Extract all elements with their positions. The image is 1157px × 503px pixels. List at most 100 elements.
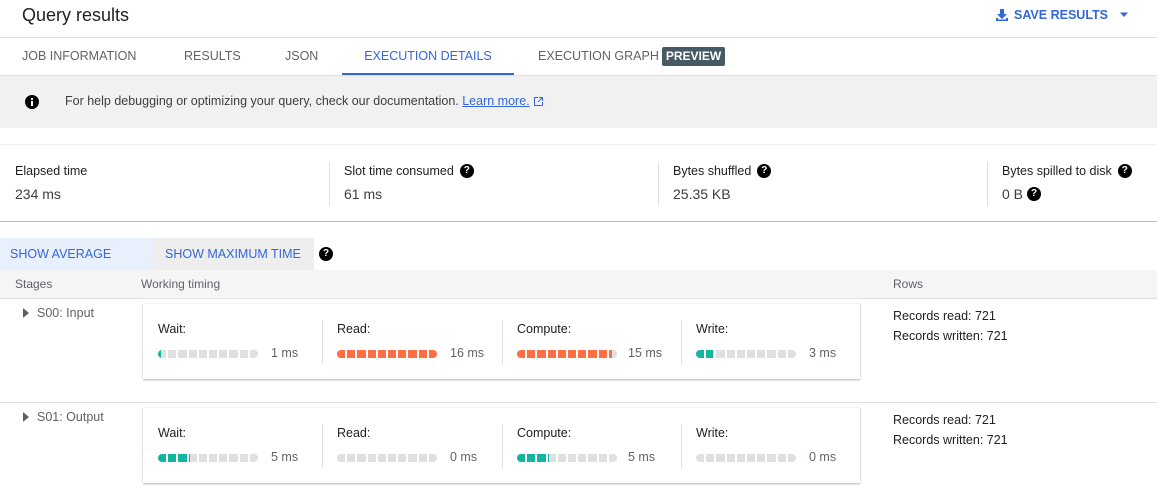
bar-segment — [747, 350, 756, 358]
tab-bar: JOB INFORMATION RESULTS JSON EXECUTION D… — [0, 38, 1157, 76]
metric-value: 0 ms — [809, 450, 837, 464]
bar-segment — [706, 454, 715, 462]
bar-segment — [568, 454, 577, 462]
timing-bar — [696, 454, 796, 462]
bar-segment — [736, 350, 746, 358]
stat-bytes-spilled: Bytes spilled to disk? 0 B? — [987, 162, 1157, 206]
bar-segment — [547, 454, 556, 462]
tab-json[interactable]: JSON — [285, 38, 318, 75]
save-results-button[interactable]: SAVE RESULTS — [995, 8, 1129, 22]
bar-segment — [377, 350, 387, 358]
help-icon[interactable]: ? — [319, 247, 333, 261]
bar-segment — [568, 350, 577, 358]
bar-segment — [377, 454, 387, 462]
metric-value: 5 ms — [628, 450, 656, 464]
time-mode-toggle: SHOW AVERAGE TIME SHOW MAXIMUM TIME ? — [0, 238, 333, 293]
metric-label: Compute: — [517, 426, 572, 440]
metric-value: 0 ms — [450, 450, 478, 464]
bar-segment — [198, 350, 208, 358]
metric-wait: Wait: 5 ms — [143, 408, 322, 483]
metric-wait: Wait: 1 ms — [143, 304, 322, 379]
stat-value: 61 ms — [344, 186, 383, 202]
tab-results[interactable]: RESULTS — [184, 38, 241, 75]
metric-write: Write: 3 ms — [681, 304, 860, 379]
stage-row: S00: Input Wait: 1 ms Read: 16 ms Comput… — [0, 299, 1157, 401]
bar-segment — [158, 350, 167, 358]
bar-segment — [608, 454, 617, 462]
bar-segment — [408, 454, 417, 462]
bar-segment — [357, 350, 366, 358]
stage-row: S01: Output Wait: 5 ms Read: 0 ms Comput… — [0, 402, 1157, 503]
stat-label: Bytes spilled to disk — [1002, 164, 1112, 178]
summary-stats: Elapsed time 234 ms Slot time consumed? … — [0, 144, 1157, 222]
metric-value: 16 ms — [450, 346, 485, 360]
stage-expand-toggle[interactable]: S00: Input — [23, 306, 94, 320]
expand-arrow-icon — [23, 412, 29, 422]
tab-execution-graph[interactable]: EXECUTION GRAPH PREVIEW — [538, 38, 726, 75]
column-header-rows: Rows — [893, 277, 924, 291]
timing-bar — [517, 350, 617, 358]
metric-label: Wait: — [158, 426, 187, 440]
bar-segment — [706, 350, 715, 358]
bar-segment — [337, 454, 346, 462]
bar-segment — [178, 454, 187, 462]
download-icon — [995, 8, 1009, 22]
show-average-time-button[interactable]: SHOW AVERAGE TIME — [0, 238, 153, 293]
metric-value: 15 ms — [628, 346, 663, 360]
records-written: Records written: 721 — [893, 329, 1008, 343]
stat-value: 234 ms — [15, 186, 61, 202]
bar-segment — [158, 454, 167, 462]
stage-expand-toggle[interactable]: S01: Output — [23, 410, 104, 424]
tab-execution-details[interactable]: EXECUTION DETAILS — [342, 38, 514, 75]
bar-segment — [757, 350, 766, 358]
timing-bar — [337, 454, 437, 462]
bar-segment — [418, 350, 427, 358]
stat-value: 25.35 KB — [673, 186, 731, 202]
bar-segment — [716, 350, 725, 358]
bar-segment — [527, 454, 536, 462]
metric-compute: Compute: 5 ms — [502, 408, 681, 483]
timing-bar — [517, 454, 617, 462]
expand-arrow-icon — [23, 308, 29, 318]
learn-more-link[interactable]: Learn more. — [462, 94, 529, 108]
help-icon[interactable]: ? — [757, 164, 772, 178]
external-link-icon — [533, 96, 544, 110]
bar-segment — [188, 454, 197, 462]
help-icon[interactable]: ? — [1117, 164, 1132, 178]
timing-card: Wait: 1 ms Read: 16 ms Compute: 15 ms Wr… — [143, 304, 860, 379]
bar-segment — [428, 454, 437, 462]
column-header-stages: Stages — [15, 277, 53, 291]
bar-segment — [537, 350, 546, 358]
bar-segment — [517, 454, 526, 462]
bar-segment — [726, 350, 735, 358]
show-maximum-time-button[interactable]: SHOW MAXIMUM TIME — [153, 238, 314, 270]
metric-value: 1 ms — [271, 346, 299, 360]
stat-label: Bytes shuffled — [673, 164, 752, 178]
bar-segment — [229, 454, 238, 462]
timing-bar — [158, 454, 258, 462]
bar-segment — [188, 350, 197, 358]
metric-read: Read: 16 ms — [322, 304, 502, 379]
bar-segment — [787, 350, 796, 358]
bar-segment — [398, 454, 407, 462]
bar-segment — [388, 350, 397, 358]
tab-job-information[interactable]: JOB INFORMATION — [22, 38, 136, 75]
bar-segment — [249, 454, 258, 462]
bar-segment — [726, 454, 735, 462]
timing-bar — [158, 350, 258, 358]
bar-segment — [347, 454, 356, 462]
help-icon[interactable]: ? — [459, 164, 474, 178]
bar-segment — [388, 454, 397, 462]
metric-label: Wait: — [158, 322, 187, 336]
help-icon[interactable]: ? — [1027, 187, 1042, 201]
stat-elapsed-time: Elapsed time 234 ms — [1, 162, 329, 206]
bar-segment — [578, 350, 587, 358]
bar-segment — [168, 454, 177, 462]
bar-segment — [777, 350, 786, 358]
metric-label: Write: — [696, 426, 729, 440]
bar-segment — [249, 350, 258, 358]
bar-segment — [767, 454, 776, 462]
metric-label: Read: — [337, 426, 371, 440]
bar-segment — [337, 350, 346, 358]
bar-segment — [787, 454, 796, 462]
